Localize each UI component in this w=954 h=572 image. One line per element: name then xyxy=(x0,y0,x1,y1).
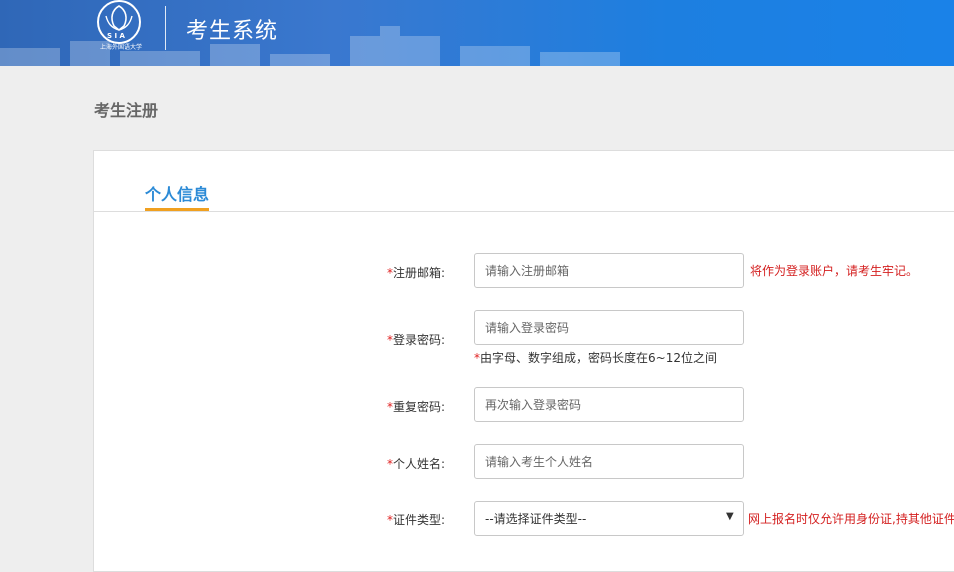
logo-caption: 上海外国语大学 xyxy=(99,44,142,51)
tab-divider xyxy=(94,211,954,212)
confirm-password-label: *重复密码: xyxy=(325,398,445,415)
name-label: *个人姓名: xyxy=(325,455,445,472)
id-type-label-text: 证件类型: xyxy=(392,513,445,527)
email-input[interactable] xyxy=(474,253,744,288)
name-input[interactable] xyxy=(474,444,744,479)
password-label-text: 登录密码: xyxy=(392,333,445,347)
email-label: *注册邮箱: xyxy=(325,264,445,281)
school-logo[interactable]: S I A 上海外国语大学 xyxy=(92,0,146,52)
email-label-text: 注册邮箱: xyxy=(392,266,445,280)
confirm-password-input[interactable] xyxy=(474,387,744,422)
name-label-text: 个人姓名: xyxy=(392,457,445,471)
id-type-hint: 网上报名时仅允许用身份证,持其他证件 xyxy=(748,512,954,526)
page-title: 考生注册 xyxy=(94,101,159,120)
id-type-label: *证件类型: xyxy=(325,511,445,528)
header-divider xyxy=(165,6,166,50)
password-input[interactable] xyxy=(474,310,744,345)
id-type-select[interactable]: --请选择证件类型-- xyxy=(474,501,744,536)
password-hint: *由字母、数字组成，密码长度在6~12位之间 xyxy=(474,349,717,366)
top-header: S I A 上海外国语大学 考生系统 xyxy=(0,0,954,66)
header-title: 考生系统 xyxy=(186,19,279,44)
tab-personal-info[interactable]: 个人信息 xyxy=(145,181,209,205)
confirm-password-label-text: 重复密码: xyxy=(392,400,445,414)
email-hint: 将作为登录账户，请考生牢记。 xyxy=(750,264,919,278)
password-hint-text: 由字母、数字组成，密码长度在6~12位之间 xyxy=(480,351,717,365)
svg-text:S I A: S I A xyxy=(107,32,126,40)
password-label: *登录密码: xyxy=(325,331,445,348)
